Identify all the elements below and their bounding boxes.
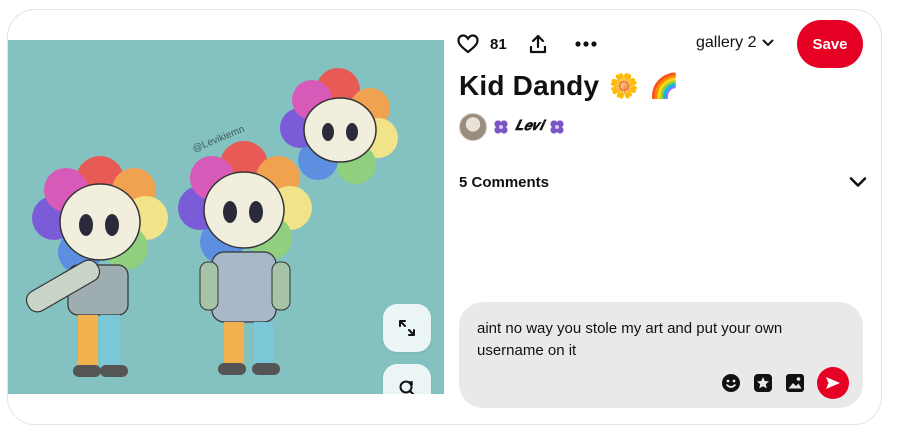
board-selector[interactable]: gallery 2 [696, 34, 774, 52]
pin-toolbar: 81 gallery 2 Save [456, 20, 871, 68]
pin-title: Kid Dandy 🌼 🌈 [459, 70, 679, 102]
rainbow-emoji-icon: 🌈 [649, 72, 680, 100]
character-illustration: @Levikiemn [25, 68, 398, 377]
visual-search-button[interactable] [383, 364, 431, 394]
like-button[interactable] [456, 32, 480, 56]
purple-flower-icon [550, 120, 564, 134]
daisy-emoji-icon: 🌼 [609, 72, 640, 100]
heart-icon [457, 34, 479, 54]
author-row[interactable]: 𝑳𝒆𝒗𝒊 [459, 113, 565, 141]
composer-tools [721, 367, 849, 399]
comments-count-label: 5 Comments [459, 173, 550, 191]
comments-header[interactable]: 5 Comments [459, 170, 867, 194]
save-button[interactable]: Save [797, 20, 863, 68]
more-options-button[interactable] [573, 32, 599, 56]
send-button[interactable] [817, 367, 849, 399]
image-icon[interactable] [785, 373, 805, 393]
like-count: 81 [490, 36, 507, 53]
share-icon [529, 34, 547, 54]
chevron-down-icon[interactable] [849, 176, 867, 188]
more-icon [575, 41, 597, 47]
expand-icon [399, 320, 415, 336]
emoji-icon[interactable] [721, 373, 741, 393]
visual-search-icon [399, 380, 415, 394]
comment-input[interactable]: aint no way you stole my art and put you… [477, 318, 837, 362]
chevron-down-icon [762, 39, 774, 47]
pin-title-text: Kid Dandy [459, 70, 600, 101]
board-name: gallery 2 [696, 34, 757, 51]
avatar[interactable] [459, 113, 487, 141]
author-name[interactable]: 𝑳𝒆𝒗𝒊 [515, 119, 543, 135]
expand-image-button[interactable] [383, 304, 431, 352]
share-button[interactable] [526, 32, 550, 56]
comment-composer: aint no way you stole my art and put you… [459, 302, 863, 408]
sticker-icon[interactable] [753, 373, 773, 393]
send-icon [826, 377, 840, 389]
purple-flower-icon [494, 120, 508, 134]
pin-image[interactable]: @Levikiemn [8, 40, 444, 394]
